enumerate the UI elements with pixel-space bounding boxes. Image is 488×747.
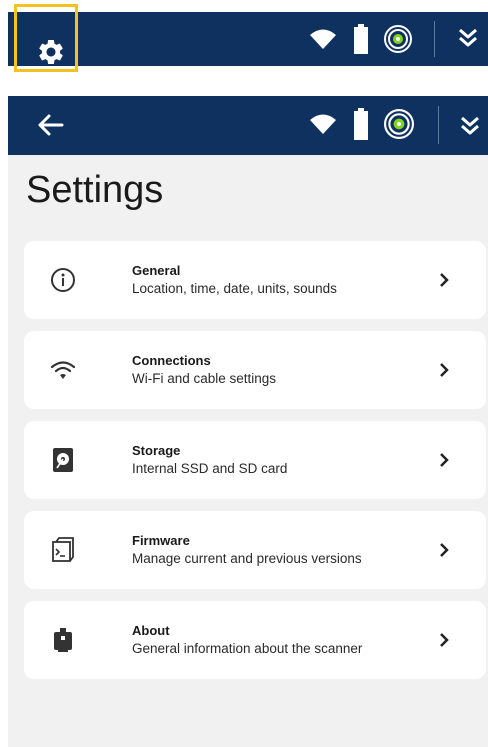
bar-divider (438, 106, 439, 144)
chevron-right-icon (432, 447, 456, 473)
settings-item-title: Firmware (132, 533, 190, 548)
back-button[interactable] (28, 104, 72, 146)
gps-target-icon (384, 109, 414, 139)
settings-content: Settings General Location, time, date, u… (8, 155, 488, 747)
status-icons (308, 24, 428, 54)
chevron-right-icon (432, 537, 456, 563)
battery-icon (354, 24, 368, 54)
settings-item-about[interactable]: About General information about the scan… (24, 601, 486, 679)
chevron-right-icon (432, 627, 456, 653)
scanner-icon (48, 625, 78, 655)
double-chevron-down-icon (459, 28, 477, 47)
settings-item-storage[interactable]: Storage Internal SSD and SD card (24, 421, 486, 499)
storage-icon (48, 445, 78, 475)
settings-item-title: General (132, 263, 181, 278)
top-status-bar (8, 12, 488, 66)
battery-icon (354, 108, 368, 140)
back-arrow-icon (38, 114, 64, 136)
settings-item-subtitle: General information about the scanner (132, 641, 363, 656)
double-chevron-down-icon (461, 116, 479, 135)
status-icons (308, 108, 430, 140)
settings-item-title: About (132, 623, 170, 638)
firmware-icon (48, 535, 78, 565)
collapse-button[interactable] (450, 106, 488, 146)
settings-item-subtitle: Manage current and previous versions (132, 551, 362, 566)
info-icon (48, 265, 78, 295)
collapse-button[interactable] (448, 18, 488, 58)
wifi-icon (48, 355, 78, 385)
settings-item-title: Storage (132, 443, 181, 458)
chevron-right-icon (432, 267, 456, 293)
wifi-icon (310, 114, 336, 134)
settings-item-title: Connections (132, 353, 211, 368)
settings-item-general[interactable]: General Location, time, date, units, sou… (24, 241, 486, 319)
settings-item-subtitle: Internal SSD and SD card (132, 461, 288, 476)
settings-item-subtitle: Location, time, date, units, sounds (132, 281, 337, 296)
settings-item-connections[interactable]: Connections Wi-Fi and cable settings (24, 331, 486, 409)
settings-header-bar (8, 96, 488, 155)
settings-item-firmware[interactable]: Firmware Manage current and previous ver… (24, 511, 486, 589)
wifi-icon (310, 29, 336, 49)
highlight-box (14, 4, 78, 72)
bar-divider (434, 21, 435, 57)
settings-item-subtitle: Wi-Fi and cable settings (132, 371, 277, 386)
chevron-right-icon (432, 357, 456, 383)
page-title: Settings (26, 169, 164, 211)
gps-target-icon (384, 25, 412, 53)
